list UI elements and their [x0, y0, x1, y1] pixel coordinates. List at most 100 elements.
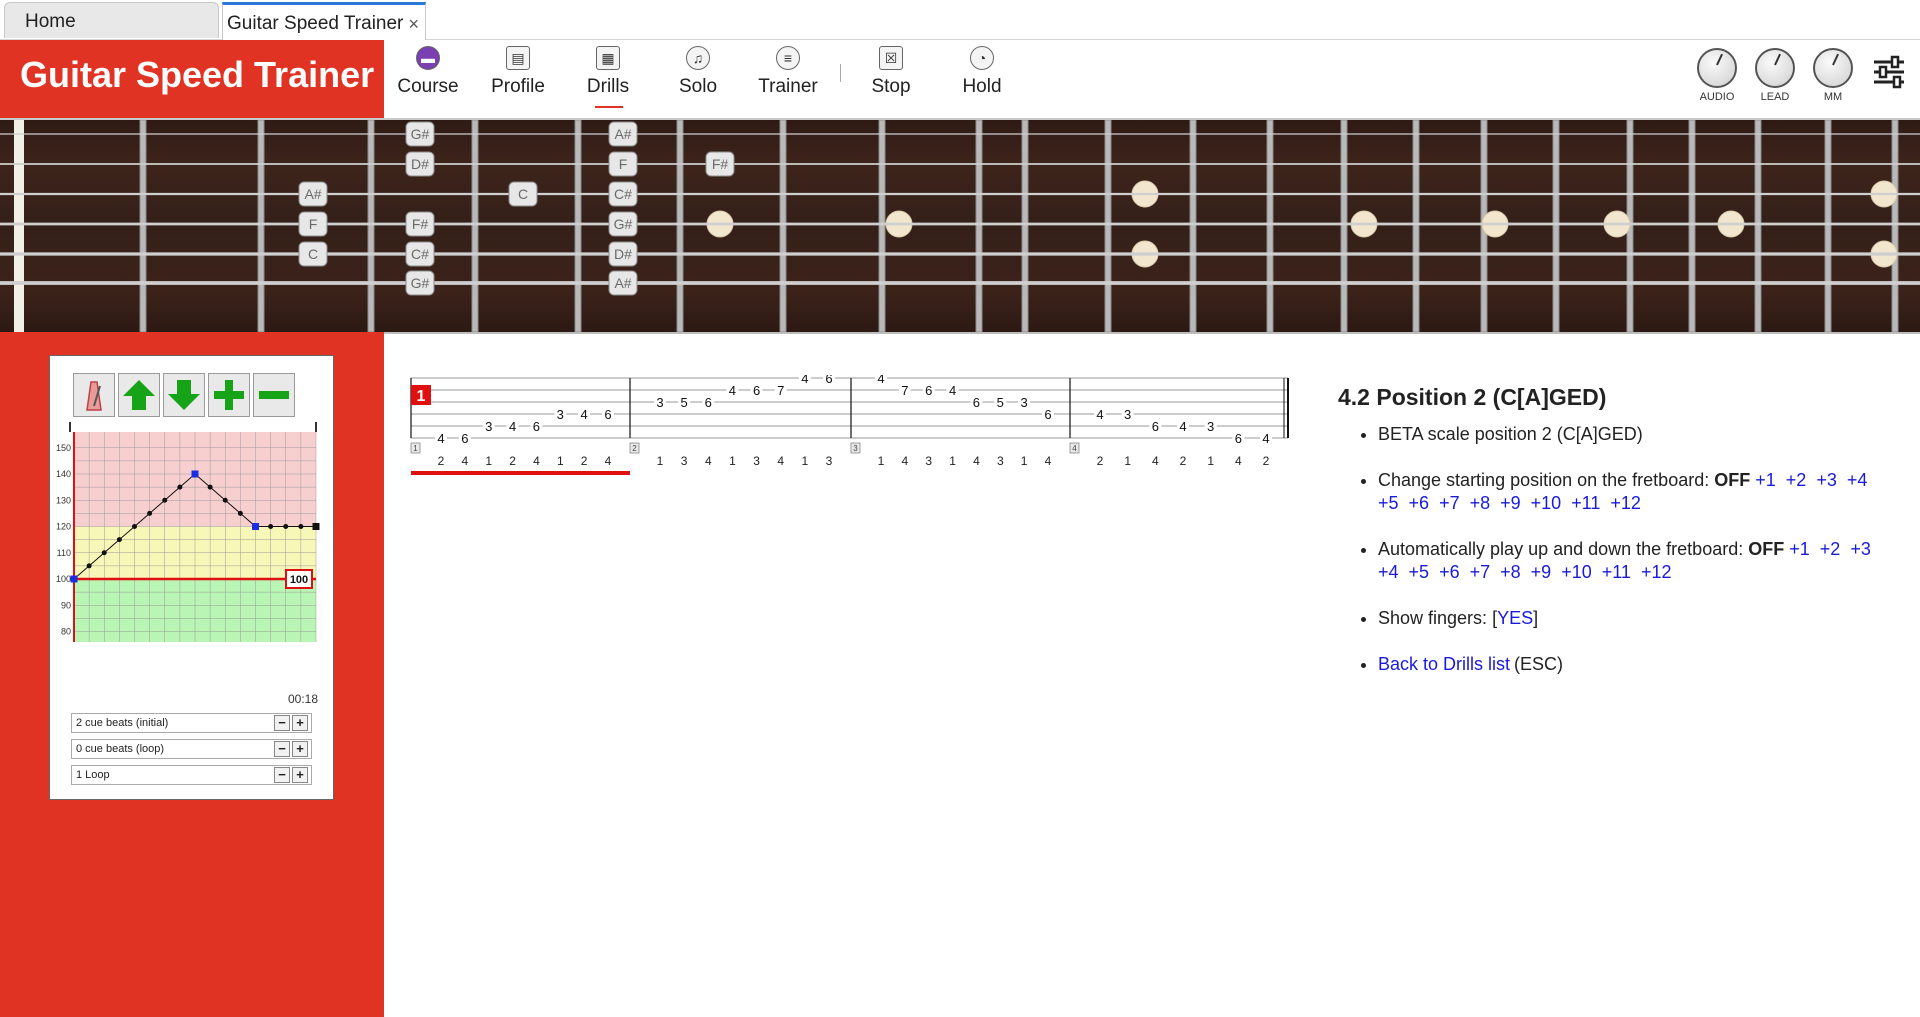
cue-initial-plus-button[interactable]: + [292, 715, 308, 731]
auto-offset-link[interactable]: +1 [1789, 538, 1810, 561]
finger-number: 1 [657, 454, 664, 468]
show-fingers-yes-link[interactable]: YES [1497, 607, 1533, 630]
metronome-button[interactable] [73, 373, 115, 417]
start-offset-link[interactable]: +5 [1378, 492, 1399, 515]
nav-hold[interactable]: ◔ Hold [937, 46, 1027, 98]
fret-note-marker[interactable]: F [298, 211, 328, 237]
fret-note-marker[interactable]: C# [608, 181, 638, 207]
fret-note-marker[interactable]: F# [405, 211, 435, 237]
auto-offset-link[interactable]: +4 [1378, 561, 1399, 584]
start-offset-link[interactable]: +11 [1571, 492, 1600, 515]
tempo-up-button[interactable] [118, 373, 160, 417]
fret-note-marker[interactable]: F [608, 151, 638, 177]
auto-offset-link[interactable]: +7 [1470, 561, 1491, 584]
finger-number: 1 [557, 454, 564, 468]
tab-note: 3 [1021, 395, 1028, 410]
tempo-key-point[interactable] [252, 523, 259, 530]
sliders-icon[interactable] [1872, 55, 1906, 89]
fret-note-marker[interactable]: C [508, 181, 538, 207]
auto-offset-link[interactable]: +10 [1561, 561, 1592, 584]
tempo-chart[interactable]: 150 140 130 120 110 100 90 80 100 [56, 417, 328, 654]
start-offset-link[interactable]: +1 [1755, 469, 1776, 492]
auto-play-off[interactable]: OFF [1748, 539, 1784, 559]
fret-wire [257, 120, 265, 332]
nav-course[interactable]: ▬ Course [383, 46, 473, 98]
fretboard: G# A# D# F F# A# C C# F F# G# C C# D# G# A# [0, 118, 1920, 334]
fret-wire [878, 120, 886, 332]
nav-stop-label: Stop [871, 76, 911, 97]
tab-guitar-speed-trainer[interactable]: Guitar Speed Trainer × [222, 2, 426, 40]
start-offset-link[interactable]: +10 [1531, 492, 1562, 515]
loop-plus-button[interactable]: + [292, 767, 308, 783]
auto-offset-link[interactable]: +11 [1602, 561, 1631, 584]
start-offset-link[interactable]: +4 [1847, 469, 1868, 492]
add-point-button[interactable] [208, 373, 250, 417]
auto-play-label: Automatically play up and down the fretb… [1378, 539, 1744, 559]
nav-stop[interactable]: ☒ Stop [846, 46, 936, 98]
auto-offset-link[interactable]: +5 [1409, 561, 1430, 584]
tempo-key-point[interactable] [312, 523, 320, 530]
logo-block: Guitar Speed Trainer [0, 40, 384, 118]
fret-note-marker[interactable]: G# [405, 270, 435, 296]
fret-note-marker[interactable]: G# [405, 121, 435, 147]
start-offset-link[interactable]: +8 [1470, 492, 1491, 515]
mm-knob[interactable]: MM [1807, 48, 1859, 103]
fret-note-label: G# [411, 126, 430, 142]
fret-note-marker[interactable]: C# [405, 241, 435, 267]
nav-trainer[interactable]: ≡ Trainer [743, 46, 833, 98]
auto-offset-link[interactable]: +2 [1820, 538, 1841, 561]
plus-icon [214, 380, 244, 410]
fret-note-marker[interactable]: D# [608, 241, 638, 267]
fret-wire [676, 120, 684, 332]
tempo-chart-svg: 150 140 130 120 110 100 90 80 100 [56, 417, 320, 642]
fret-note-marker[interactable]: D# [405, 151, 435, 177]
fret-note-marker[interactable]: C [298, 241, 328, 267]
y-tick-label: 130 [56, 495, 71, 505]
loop-minus-button[interactable]: − [274, 767, 290, 783]
fret-note-marker[interactable]: F# [705, 151, 735, 177]
lead-knob[interactable]: LEAD [1749, 48, 1801, 103]
auto-offset-link[interactable]: +6 [1439, 561, 1460, 584]
auto-offset-link[interactable]: +9 [1531, 561, 1552, 584]
nav-drills[interactable]: ▦ Drills [563, 46, 653, 108]
back-to-drills-link[interactable]: Back to Drills list [1378, 653, 1510, 676]
finger-number: 2 [581, 454, 588, 468]
tab-home[interactable]: Home [4, 2, 219, 38]
nav-solo[interactable]: ♫ Solo [653, 46, 743, 98]
auto-offset-link[interactable]: +12 [1641, 561, 1672, 584]
tempo-point [222, 497, 228, 503]
start-position-off[interactable]: OFF [1714, 470, 1750, 490]
tab-note: 6 [705, 395, 712, 410]
cue-loop-plus-button[interactable]: + [292, 741, 308, 757]
start-offset-link[interactable]: +6 [1409, 492, 1430, 515]
close-icon[interactable]: × [408, 5, 419, 43]
audio-knob[interactable]: AUDIO [1691, 48, 1743, 103]
y-tick-label: 140 [56, 469, 71, 479]
fret-note-marker[interactable]: A# [608, 270, 638, 296]
fret-note-label: G# [411, 275, 430, 291]
tab-note: 4 [877, 375, 884, 386]
fret-note-marker[interactable]: A# [608, 121, 638, 147]
start-offset-link[interactable]: +7 [1439, 492, 1460, 515]
start-offset-link[interactable]: +9 [1500, 492, 1521, 515]
tempo-down-button[interactable] [163, 373, 205, 417]
nav-profile[interactable]: ▤ Profile [473, 46, 563, 98]
cue-beats-loop-label: 0 cue beats (loop) [76, 743, 165, 755]
start-offset-link[interactable]: +12 [1610, 492, 1641, 515]
tempo-key-point[interactable] [191, 470, 199, 478]
start-offset-link[interactable]: +3 [1816, 469, 1837, 492]
start-offset-link[interactable]: +2 [1786, 469, 1807, 492]
auto-offset-link[interactable]: +8 [1500, 561, 1521, 584]
tab-note: 4 [1179, 419, 1186, 434]
cue-loop-minus-button[interactable]: − [274, 741, 290, 757]
tempo-key-point[interactable] [70, 575, 78, 583]
tab-note: 6 [925, 383, 932, 398]
fret-note-marker[interactable]: G# [608, 211, 638, 237]
cue-initial-minus-button[interactable]: − [274, 715, 290, 731]
speed-trainer-panel: 150 140 130 120 110 100 90 80 100 00:18 2 cue be… [49, 355, 334, 800]
tab-home-label: Home [25, 11, 76, 32]
fret-note-marker[interactable]: A# [298, 181, 328, 207]
auto-offset-link[interactable]: +3 [1850, 538, 1871, 561]
tab-note: 6 [604, 407, 611, 422]
remove-point-button[interactable] [253, 373, 295, 417]
